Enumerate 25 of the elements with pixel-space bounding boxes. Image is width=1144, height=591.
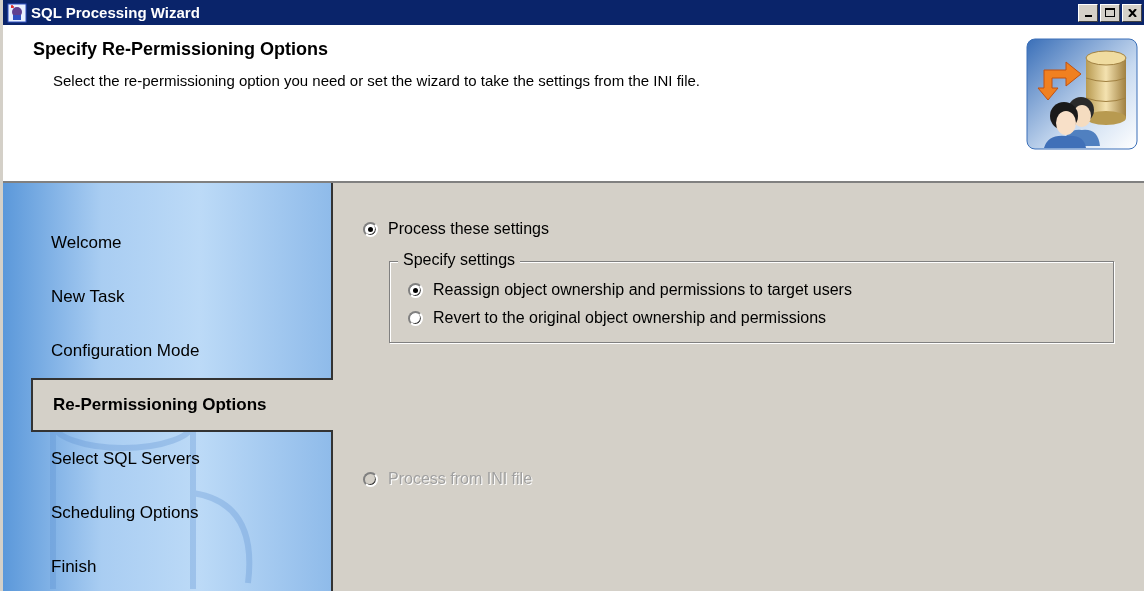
close-button[interactable] <box>1122 3 1142 22</box>
page-description: Select the re-permissioning option you need or set the wizard to take the settings from the INI file. <box>52 72 701 89</box>
wizard-app-icon <box>7 2 27 23</box>
radio-button[interactable] <box>408 282 423 298</box>
minimize-icon <box>1084 14 1092 17</box>
wizard-step-item[interactable]: Welcome <box>3 216 331 270</box>
wizard-step-item[interactable]: Scheduling Options <box>3 486 331 540</box>
window-title: SQL Processing Wizard <box>31 4 201 21</box>
group-title: Specify settings <box>398 251 521 269</box>
wizard-step-item[interactable]: Re-Permissioning Options <box>31 378 333 432</box>
wizard-step-item[interactable]: Configuration Mode <box>3 324 331 378</box>
wizard-step-item[interactable]: Finish <box>3 540 331 591</box>
users-database-icon <box>1026 38 1138 150</box>
wizard-step-item[interactable]: Select SQL Servers <box>3 432 331 486</box>
option-label[interactable]: Reassign object ownership and permissions to target users <box>433 281 852 299</box>
maximize-icon <box>1105 8 1115 17</box>
minimize-button[interactable] <box>1078 3 1098 22</box>
page-title: Specify Re-Permissioning Options <box>33 39 330 60</box>
radio-button[interactable] <box>363 221 378 237</box>
close-icon <box>1127 8 1137 17</box>
option-label[interactable]: Process these settings <box>388 220 549 238</box>
radio-button[interactable] <box>408 310 423 326</box>
maximize-button[interactable] <box>1100 3 1120 22</box>
wizard-step-item[interactable]: New Task <box>3 270 331 324</box>
option-label[interactable]: Revert to the original object ownership and permissions <box>433 309 827 327</box>
